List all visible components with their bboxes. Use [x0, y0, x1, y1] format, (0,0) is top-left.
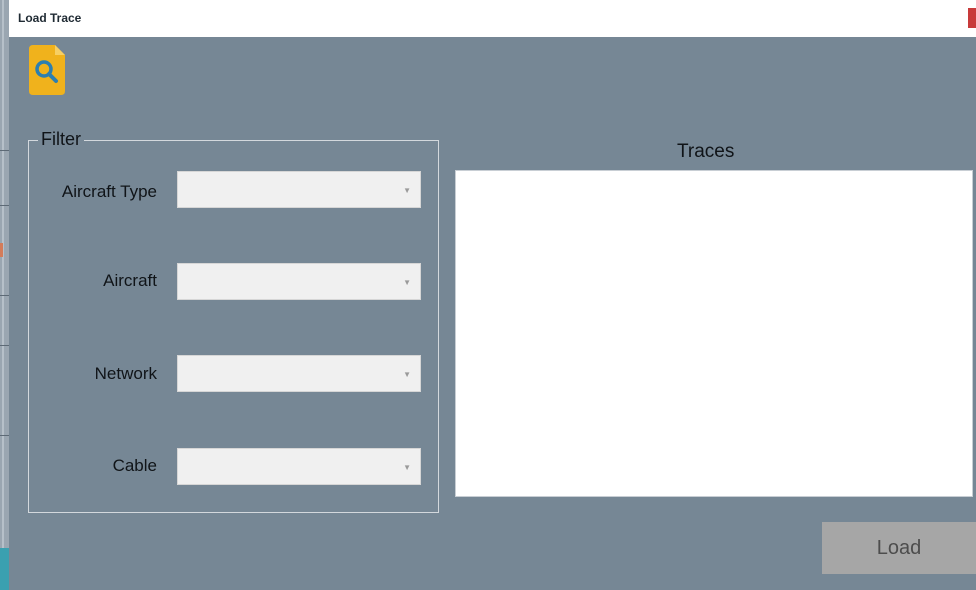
cable-label: Cable [112, 456, 157, 475]
dialog-body: Filter Aircraft Type ▼ Aircraft ▼ Networ… [9, 37, 976, 590]
network-label: Network [94, 364, 157, 383]
chevron-down-icon[interactable]: ▼ [403, 463, 411, 472]
edge-divider [0, 205, 9, 206]
traces-title: Traces [677, 141, 735, 162]
window-title: Load Trace [18, 11, 82, 25]
edge-divider [0, 295, 9, 296]
network-select[interactable]: ▼ [177, 355, 421, 392]
aircraft-type-label: Aircraft Type [61, 182, 157, 201]
load-trace-window: Load Trace Filter Aircraft Type ▼ Aircra… [0, 0, 976, 590]
aircraft-type-select[interactable]: ▼ [177, 171, 421, 208]
title-bar[interactable]: Load Trace [9, 0, 976, 37]
aircraft-label: Aircraft [103, 271, 157, 290]
file-search-icon[interactable] [29, 45, 65, 95]
filter-group-title: Filter [38, 129, 84, 150]
aircraft-select[interactable]: ▼ [177, 263, 421, 300]
edge-marker [0, 243, 3, 257]
chevron-down-icon[interactable]: ▼ [403, 186, 411, 195]
chevron-down-icon[interactable]: ▼ [403, 370, 411, 379]
edge-divider [0, 435, 9, 436]
traces-listbox[interactable] [455, 170, 973, 497]
chevron-down-icon[interactable]: ▼ [403, 278, 411, 287]
close-button[interactable] [968, 8, 976, 28]
background-window-edge [0, 0, 9, 590]
edge-marker [0, 548, 9, 590]
edge-divider [0, 150, 9, 151]
load-button[interactable]: Load [822, 522, 976, 574]
cable-select[interactable]: ▼ [177, 448, 421, 485]
edge-divider [0, 345, 9, 346]
